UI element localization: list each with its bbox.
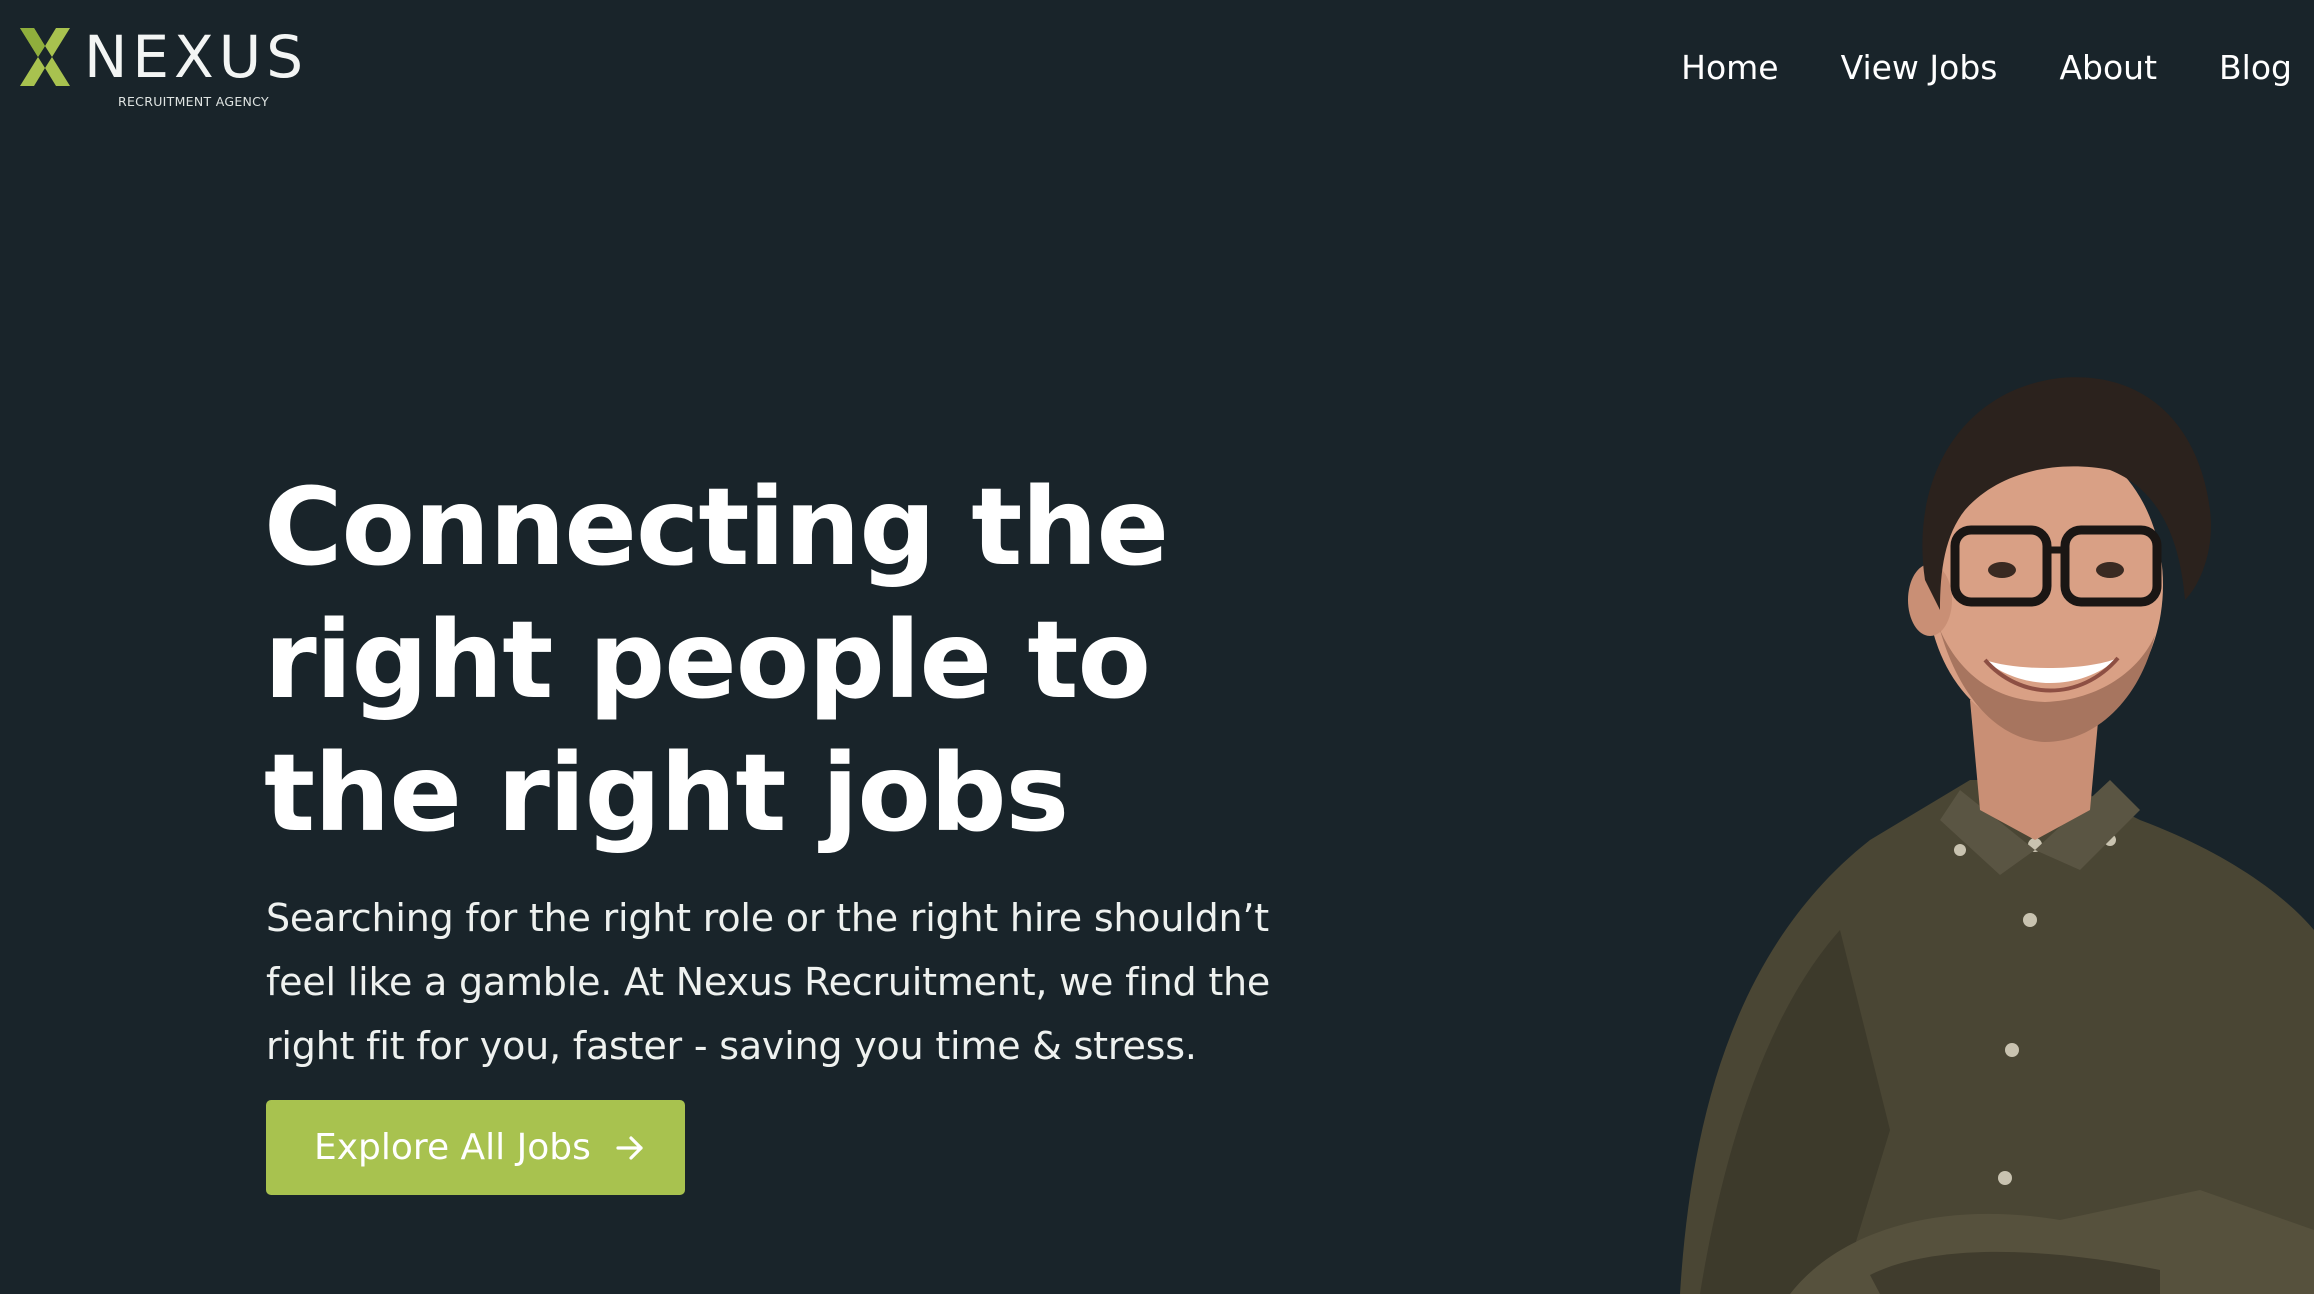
hero-title: Connecting the right people to the right…: [264, 462, 1264, 861]
logo-wordmark: NEXUS: [84, 23, 309, 91]
page: NEXUS RECRUITMENT AGENCY Home View Jobs …: [0, 0, 2314, 1294]
nav-item-blog[interactable]: Blog: [2219, 46, 2292, 90]
logo[interactable]: NEXUS RECRUITMENT AGENCY: [18, 24, 318, 114]
portrait-photo: [1680, 377, 2314, 1294]
cta-label: Explore All Jobs: [314, 1127, 591, 1168]
nav-item-home[interactable]: Home: [1681, 46, 1778, 90]
hero-title-line: Connecting the: [264, 466, 1169, 590]
hero-subtitle-line: feel like a gamble. At Nexus Recruitment…: [266, 960, 1271, 1004]
site-header: NEXUS RECRUITMENT AGENCY Home View Jobs …: [0, 0, 2314, 150]
logo-x-icon: [20, 28, 70, 86]
hero-subtitle: Searching for the right role or the righ…: [266, 886, 1271, 1078]
hero-title-line: the right jobs: [264, 732, 1069, 856]
arrow-right-icon: [616, 1135, 643, 1160]
hero-subtitle-line: Searching for the right role or the righ…: [266, 896, 1269, 940]
hero-subtitle-line: right fit for you, faster - saving you t…: [266, 1024, 1197, 1068]
explore-all-jobs-button[interactable]: Explore All Jobs: [266, 1100, 685, 1195]
nav-item-view-jobs[interactable]: View Jobs: [1841, 46, 1998, 90]
logo-tagline: RECRUITMENT AGENCY: [118, 94, 269, 109]
hero-title-line: right people to: [264, 599, 1151, 723]
nav-item-about[interactable]: About: [2059, 46, 2157, 90]
main-nav: Home View Jobs About Blog: [1681, 46, 2292, 90]
